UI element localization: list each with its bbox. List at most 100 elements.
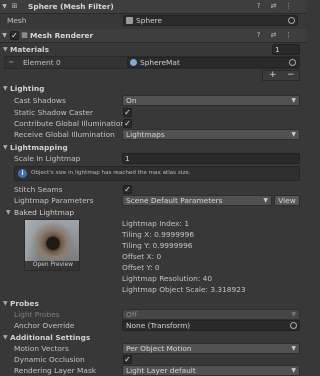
stitch-seams-label: Stitch Seams bbox=[14, 185, 63, 194]
anchor-override-field[interactable]: None (Transform) bbox=[122, 320, 300, 331]
fold-arrow-icon: ▼ bbox=[6, 209, 11, 216]
element-0-label: Element 0 bbox=[23, 58, 61, 67]
light-probes-value: Off bbox=[126, 310, 137, 319]
scale-in-lightmap-field[interactable]: 1 bbox=[122, 153, 300, 164]
mesh-renderer-enabled-checkbox[interactable]: ✓ bbox=[10, 31, 19, 40]
lightmap-parameters-value: Scene Default Parameters bbox=[126, 196, 223, 205]
light-probes-label: Light Probes bbox=[14, 310, 60, 319]
info-icon: i bbox=[18, 169, 27, 178]
lighting-foldout[interactable]: ▼ Lighting bbox=[0, 83, 306, 94]
probes-header: Probes bbox=[10, 299, 39, 308]
stat-offset-x: Offset X: 0 bbox=[122, 252, 162, 261]
mesh-filter-icon: ⊞ bbox=[11, 2, 18, 10]
materials-label: Materials bbox=[10, 45, 49, 54]
stat-lightmap-index: Lightmap Index: 1 bbox=[122, 219, 190, 228]
motion-vectors-label: Motion Vectors bbox=[14, 344, 69, 353]
list-buttons: + − bbox=[262, 70, 300, 81]
rendering-layer-mask-dropdown[interactable]: Light Layer default ▼ bbox=[122, 365, 300, 376]
probes-foldout[interactable]: ▼ Probes bbox=[0, 298, 306, 309]
chevron-down-icon: ▼ bbox=[291, 345, 296, 352]
lighting-header: Lighting bbox=[10, 84, 45, 93]
materials-foldout[interactable]: ▼ Materials bbox=[0, 44, 306, 55]
material-icon bbox=[130, 59, 137, 66]
mesh-renderer-title: Mesh Renderer bbox=[30, 31, 94, 40]
lightmap-parameters-label: Lightmap Parameters bbox=[14, 196, 94, 205]
dynamic-occlusion-label: Dynamic Occlusion bbox=[14, 355, 85, 364]
scale-in-lightmap-label: Scale In Lightmap bbox=[14, 154, 81, 163]
fold-arrow-icon: ▼ bbox=[3, 334, 8, 341]
additional-settings-header: Additional Settings bbox=[10, 333, 91, 342]
chevron-down-icon: ▼ bbox=[291, 367, 296, 374]
mesh-icon bbox=[126, 17, 133, 24]
lightmapping-foldout[interactable]: ▼ Lightmapping bbox=[0, 142, 306, 153]
object-picker-icon[interactable] bbox=[289, 59, 296, 66]
material-field[interactable]: SphereMat bbox=[127, 57, 299, 68]
mesh-filter-header[interactable]: ▼ ⊞ Sphere (Mesh Filter) ? ⇄ ⋮ bbox=[0, 0, 306, 14]
mesh-filter-title: Sphere (Mesh Filter) bbox=[28, 2, 114, 11]
view-button[interactable]: View bbox=[274, 195, 300, 206]
fold-arrow-icon: ▼ bbox=[3, 144, 8, 151]
rendering-layer-mask-label: Rendering Layer Mask bbox=[14, 366, 97, 375]
baked-lightmap-label: Baked Lightmap bbox=[14, 208, 75, 217]
mesh-value: Sphere bbox=[136, 16, 163, 25]
cast-shadows-label: Cast Shadows bbox=[14, 96, 66, 105]
additional-settings-foldout[interactable]: ▼ Additional Settings bbox=[0, 332, 306, 343]
cast-shadows-dropdown[interactable]: On ▼ bbox=[122, 95, 300, 106]
lightmap-preview[interactable]: Open Preview bbox=[24, 219, 80, 271]
remove-element-button[interactable]: − bbox=[287, 70, 295, 81]
help-icon[interactable]: ? bbox=[254, 31, 263, 40]
chevron-down-icon: ▼ bbox=[291, 97, 296, 104]
baked-lightmap-foldout[interactable]: ▼ Baked Lightmap bbox=[0, 207, 306, 218]
drag-handle-icon[interactable]: ═ bbox=[9, 57, 13, 68]
receive-gi-dropdown[interactable]: Lightmaps ▼ bbox=[122, 129, 300, 140]
menu-icon[interactable]: ⋮ bbox=[284, 31, 293, 40]
stat-tiling-y: Tiling Y: 0.9999996 bbox=[122, 241, 193, 250]
menu-icon[interactable]: ⋮ bbox=[284, 2, 293, 11]
mesh-label: Mesh bbox=[7, 16, 27, 25]
light-probes-dropdown: Off ▼ bbox=[122, 309, 300, 320]
mesh-renderer-icon: ▦ bbox=[21, 31, 28, 39]
add-element-button[interactable]: + bbox=[269, 70, 277, 81]
materials-count-field[interactable]: 1 bbox=[272, 44, 300, 55]
contribute-gi-checkbox[interactable]: ✓ bbox=[123, 119, 132, 128]
material-value: SphereMat bbox=[140, 58, 180, 67]
help-icon[interactable]: ? bbox=[254, 2, 263, 11]
static-shadow-caster-checkbox[interactable]: ✓ bbox=[123, 108, 132, 117]
static-shadow-caster-label: Static Shadow Caster bbox=[14, 108, 94, 117]
chevron-down-icon: ▼ bbox=[263, 197, 268, 204]
preset-icon[interactable]: ⇄ bbox=[269, 2, 278, 11]
fold-arrow-icon: ▼ bbox=[3, 46, 8, 53]
lightmap-parameters-dropdown[interactable]: Scene Default Parameters ▼ bbox=[122, 195, 272, 206]
materials-list: ═ Element 0 SphereMat bbox=[4, 56, 300, 69]
fold-arrow-icon: ▼ bbox=[3, 300, 8, 307]
info-box: i Object's size in lightmap has reached … bbox=[14, 166, 300, 181]
fold-arrow-icon[interactable]: ▼ bbox=[1, 31, 8, 40]
stat-lightmap-resolution: Lightmap Resolution: 40 bbox=[122, 274, 213, 283]
chevron-down-icon: ▼ bbox=[291, 131, 296, 138]
anchor-override-value: None (Transform) bbox=[126, 321, 191, 330]
open-preview-button[interactable]: Open Preview bbox=[25, 261, 79, 270]
stat-lightmap-object-scale: Lightmap Object Scale: 3.318923 bbox=[122, 285, 246, 294]
lightmapping-header: Lightmapping bbox=[10, 143, 68, 152]
anchor-override-label: Anchor Override bbox=[14, 321, 75, 330]
preset-icon[interactable]: ⇄ bbox=[269, 31, 278, 40]
mesh-renderer-header[interactable]: ▼ ✓ ▦ Mesh Renderer ? ⇄ ⋮ bbox=[0, 29, 306, 43]
receive-gi-value: Lightmaps bbox=[126, 130, 165, 139]
motion-vectors-dropdown[interactable]: Per Object Motion ▼ bbox=[122, 343, 300, 354]
rendering-layer-mask-value: Light Layer default bbox=[126, 366, 196, 375]
receive-gi-label: Receive Global Illumination bbox=[14, 130, 115, 139]
cast-shadows-value: On bbox=[126, 96, 137, 105]
mesh-field[interactable]: Sphere bbox=[123, 15, 298, 26]
object-picker-icon[interactable] bbox=[288, 17, 295, 24]
stitch-seams-checkbox[interactable]: ✓ bbox=[123, 185, 132, 194]
motion-vectors-value: Per Object Motion bbox=[126, 344, 192, 353]
fold-arrow-icon: ▼ bbox=[3, 85, 8, 92]
stat-tiling-x: Tiling X: 0.9999996 bbox=[122, 230, 195, 239]
dynamic-occlusion-checkbox[interactable]: ✓ bbox=[123, 355, 132, 364]
fold-arrow-icon[interactable]: ▼ bbox=[1, 2, 8, 11]
contribute-gi-label: Contribute Global Illumination bbox=[14, 119, 126, 128]
object-picker-icon[interactable] bbox=[290, 322, 297, 329]
chevron-down-icon: ▼ bbox=[291, 311, 296, 318]
stat-offset-y: Offset Y: 0 bbox=[122, 263, 160, 272]
info-text: Object's size in lightmap has reached th… bbox=[31, 170, 191, 176]
